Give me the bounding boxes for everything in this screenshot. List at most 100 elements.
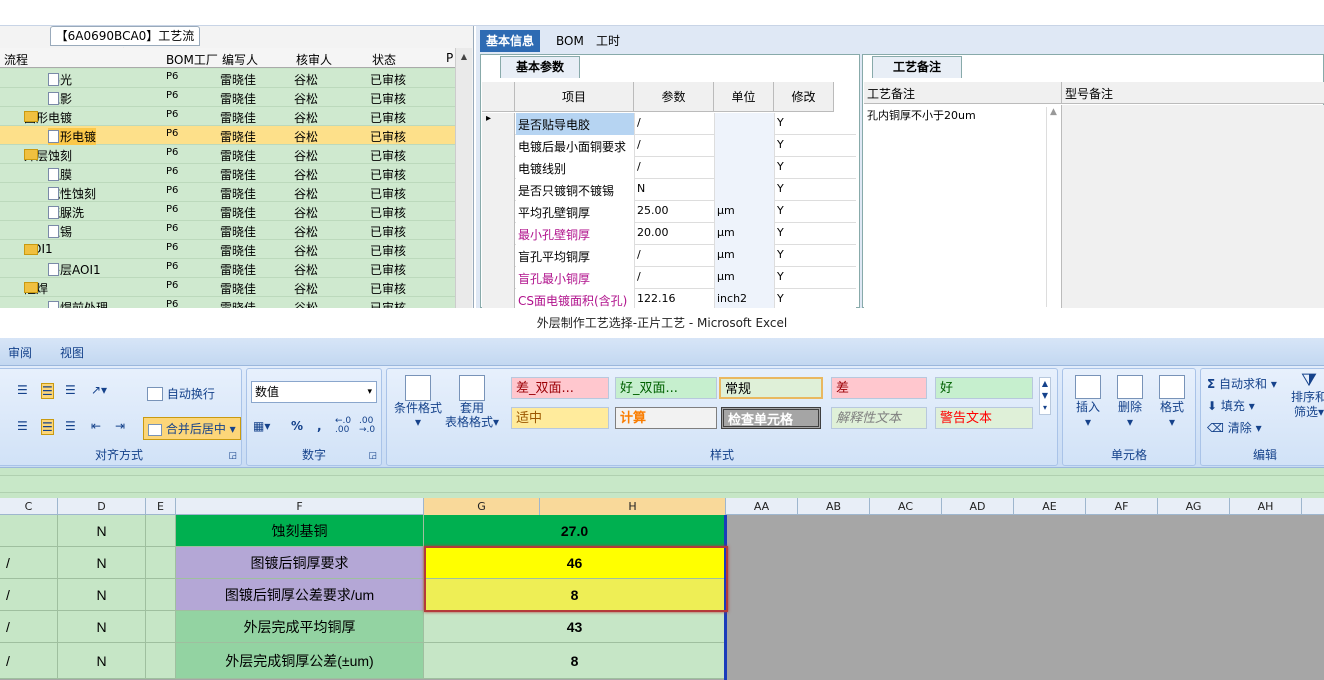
param-row[interactable]: 盲孔最小铜厚 / μm Y bbox=[482, 267, 856, 289]
tree-row[interactable]: 退锡 P6 雷晓佳 谷松 已审核 bbox=[0, 221, 455, 240]
model-notes-text[interactable] bbox=[1062, 105, 1324, 308]
orientation-icon[interactable]: ↗▾ bbox=[91, 383, 107, 397]
col-header-ad[interactable]: AD bbox=[942, 498, 1014, 515]
tree-col-flow[interactable]: 流程 bbox=[4, 51, 28, 68]
process-notes-text[interactable]: 孔内铜厚不小于20um bbox=[864, 105, 1062, 308]
cell-f[interactable]: 图镀后铜厚要求 bbox=[176, 547, 424, 579]
percent-style-button[interactable]: % bbox=[291, 419, 303, 433]
param-row[interactable]: 最小孔壁铜厚 20.00 μm Y bbox=[482, 223, 856, 245]
row-selector[interactable] bbox=[482, 179, 515, 201]
cell-e[interactable] bbox=[146, 547, 176, 579]
dialog-launcher-icon[interactable]: ◲ bbox=[368, 451, 377, 461]
cell-e[interactable] bbox=[146, 611, 176, 643]
col-header-ag[interactable]: AG bbox=[1158, 498, 1230, 515]
wrap-text-button[interactable]: 自动换行 bbox=[147, 385, 215, 402]
tree-row[interactable]: 外层AOI1 P6 雷晓佳 谷松 已审核 bbox=[0, 259, 455, 278]
tree-col-reviewer[interactable]: 核审人 bbox=[296, 51, 332, 68]
row-selector[interactable] bbox=[482, 201, 515, 223]
cell-e[interactable] bbox=[146, 579, 176, 611]
decrease-decimal-icon[interactable]: .00 →.0 bbox=[359, 417, 377, 435]
format-as-table-button[interactable]: 套用 表格格式▾ bbox=[445, 375, 499, 429]
param-row[interactable]: 盲孔平均铜厚 / μm Y bbox=[482, 245, 856, 267]
tab-bom[interactable]: BOM bbox=[550, 30, 590, 52]
autosum-button[interactable]: Σ 自动求和 ▾ bbox=[1207, 375, 1277, 392]
tree-row[interactable]: 曝光 P6 雷晓佳 谷松 已审核 bbox=[0, 69, 455, 88]
style-neutral[interactable]: 适中 bbox=[511, 407, 609, 429]
align-center-icon[interactable]: ☰ bbox=[41, 419, 54, 435]
tree-row[interactable]: 退膜 P6 雷晓佳 谷松 已审核 bbox=[0, 164, 455, 183]
dialog-launcher-icon[interactable]: ◲ bbox=[228, 451, 237, 461]
cell-f[interactable]: 图镀后铜厚公差要求/um bbox=[176, 579, 424, 611]
fill-button[interactable]: ⬇ 填充 ▾ bbox=[1207, 397, 1255, 414]
cell-f[interactable]: 外层完成平均铜厚 bbox=[176, 611, 424, 643]
tab-hours[interactable]: 工时 bbox=[590, 30, 626, 52]
increase-indent-icon[interactable]: ⇥ bbox=[115, 419, 125, 433]
row-selector[interactable] bbox=[482, 289, 515, 308]
cell-gh-value[interactable]: 27.0 bbox=[424, 515, 726, 547]
col-header-ab[interactable]: AB bbox=[798, 498, 870, 515]
format-button[interactable]: 格式 ▾ bbox=[1153, 375, 1191, 430]
col-header-aa[interactable]: AA bbox=[726, 498, 798, 515]
currency-format-icon[interactable]: ▦▾ bbox=[253, 419, 270, 433]
col-header-g[interactable]: G bbox=[424, 498, 540, 515]
align-middle-icon[interactable]: ☰ bbox=[41, 383, 54, 399]
style-explanatory[interactable]: 解释性文本 bbox=[831, 407, 927, 429]
tree-row[interactable]: 阻焊前处理 P6 雷晓佳 谷松 已审核 bbox=[0, 297, 455, 308]
tree-col-p[interactable]: P bbox=[446, 51, 453, 65]
tree-col-status[interactable]: 状态 bbox=[372, 51, 396, 68]
cell-d[interactable]: N bbox=[58, 611, 146, 643]
tree-row[interactable]: 碱性蚀刻 P6 雷晓佳 谷松 已审核 bbox=[0, 183, 455, 202]
cell-e[interactable] bbox=[146, 643, 176, 679]
row-selector[interactable] bbox=[482, 157, 515, 179]
style-check-cell[interactable]: 检查单元格 bbox=[721, 407, 821, 429]
style-bad[interactable]: 差 bbox=[831, 377, 927, 399]
cell-c[interactable]: / bbox=[0, 579, 58, 611]
cell-e[interactable] bbox=[146, 515, 176, 547]
row-selector[interactable]: ▸ bbox=[482, 113, 515, 135]
tree-row[interactable]: 显影 P6 雷晓佳 谷松 已审核 bbox=[0, 88, 455, 107]
cell-c[interactable]: / bbox=[0, 547, 58, 579]
cell-gh-value[interactable]: 8 bbox=[424, 643, 726, 679]
notes-scrollbar[interactable]: ▲ bbox=[1046, 107, 1060, 307]
col-header-d[interactable]: D bbox=[58, 498, 146, 515]
params-col-unit[interactable]: 单位 bbox=[714, 82, 774, 112]
tab-process-notes[interactable]: 工艺备注 bbox=[872, 56, 962, 78]
ribbon-tab-view[interactable]: 视图 bbox=[60, 344, 84, 361]
styles-scroll-icon[interactable]: ▲ ▼ ▾ bbox=[1039, 377, 1051, 415]
cell-d[interactable]: N bbox=[58, 579, 146, 611]
tree-row[interactable]: -外层蚀刻 P6 雷晓佳 谷松 已审核 bbox=[0, 145, 455, 164]
row-selector[interactable] bbox=[482, 223, 515, 245]
cell-c[interactable] bbox=[0, 515, 58, 547]
cell-c[interactable]: / bbox=[0, 643, 58, 679]
tree-scrollbar[interactable]: ▲ bbox=[455, 48, 472, 308]
merge-center-button[interactable]: 合并后居中 ▾ bbox=[143, 417, 241, 440]
cell-d[interactable]: N bbox=[58, 515, 146, 547]
align-bottom-icon[interactable]: ☰ bbox=[65, 383, 76, 397]
params-col-item[interactable]: 项目 bbox=[515, 82, 634, 112]
col-header-c[interactable]: C bbox=[0, 498, 58, 515]
col-header-af[interactable]: AF bbox=[1086, 498, 1158, 515]
tab-basic-info[interactable]: 基本信息 bbox=[480, 30, 541, 52]
decrease-indent-icon[interactable]: ⇤ bbox=[91, 419, 101, 433]
style-calculation[interactable]: 计算 bbox=[615, 407, 717, 429]
insert-button[interactable]: 插入 ▾ bbox=[1069, 375, 1107, 430]
col-header-e[interactable]: E bbox=[146, 498, 176, 515]
number-format-select[interactable]: 数值 ▾ bbox=[251, 381, 377, 403]
row-selector[interactable] bbox=[482, 135, 515, 157]
cell-d[interactable]: N bbox=[58, 643, 146, 679]
style-bad-double[interactable]: 差_双面... bbox=[511, 377, 609, 399]
col-header-ac[interactable]: AC bbox=[870, 498, 942, 515]
tree-row[interactable]: -阻焊 P6 雷晓佳 谷松 已审核 bbox=[0, 278, 455, 297]
align-left-icon[interactable]: ☰ bbox=[17, 419, 28, 433]
cell-f[interactable]: 蚀刻基铜 bbox=[176, 515, 424, 547]
ribbon-tab-review[interactable]: 审阅 bbox=[8, 344, 32, 361]
delete-button[interactable]: 删除 ▾ bbox=[1111, 375, 1149, 430]
cell-f[interactable]: 外层完成铜厚公差(±um) bbox=[176, 643, 424, 679]
style-warning[interactable]: 警告文本 bbox=[935, 407, 1033, 429]
tree-row[interactable]: -AOI1 P6 雷晓佳 谷松 已审核 bbox=[0, 240, 455, 259]
col-header-ae[interactable]: AE bbox=[1014, 498, 1086, 515]
conditional-format-button[interactable]: 条件格式 ▾ bbox=[391, 375, 445, 429]
tree-col-writer[interactable]: 编写人 bbox=[222, 51, 258, 68]
comma-style-button[interactable]: , bbox=[317, 419, 322, 433]
row-selector[interactable] bbox=[482, 245, 515, 267]
